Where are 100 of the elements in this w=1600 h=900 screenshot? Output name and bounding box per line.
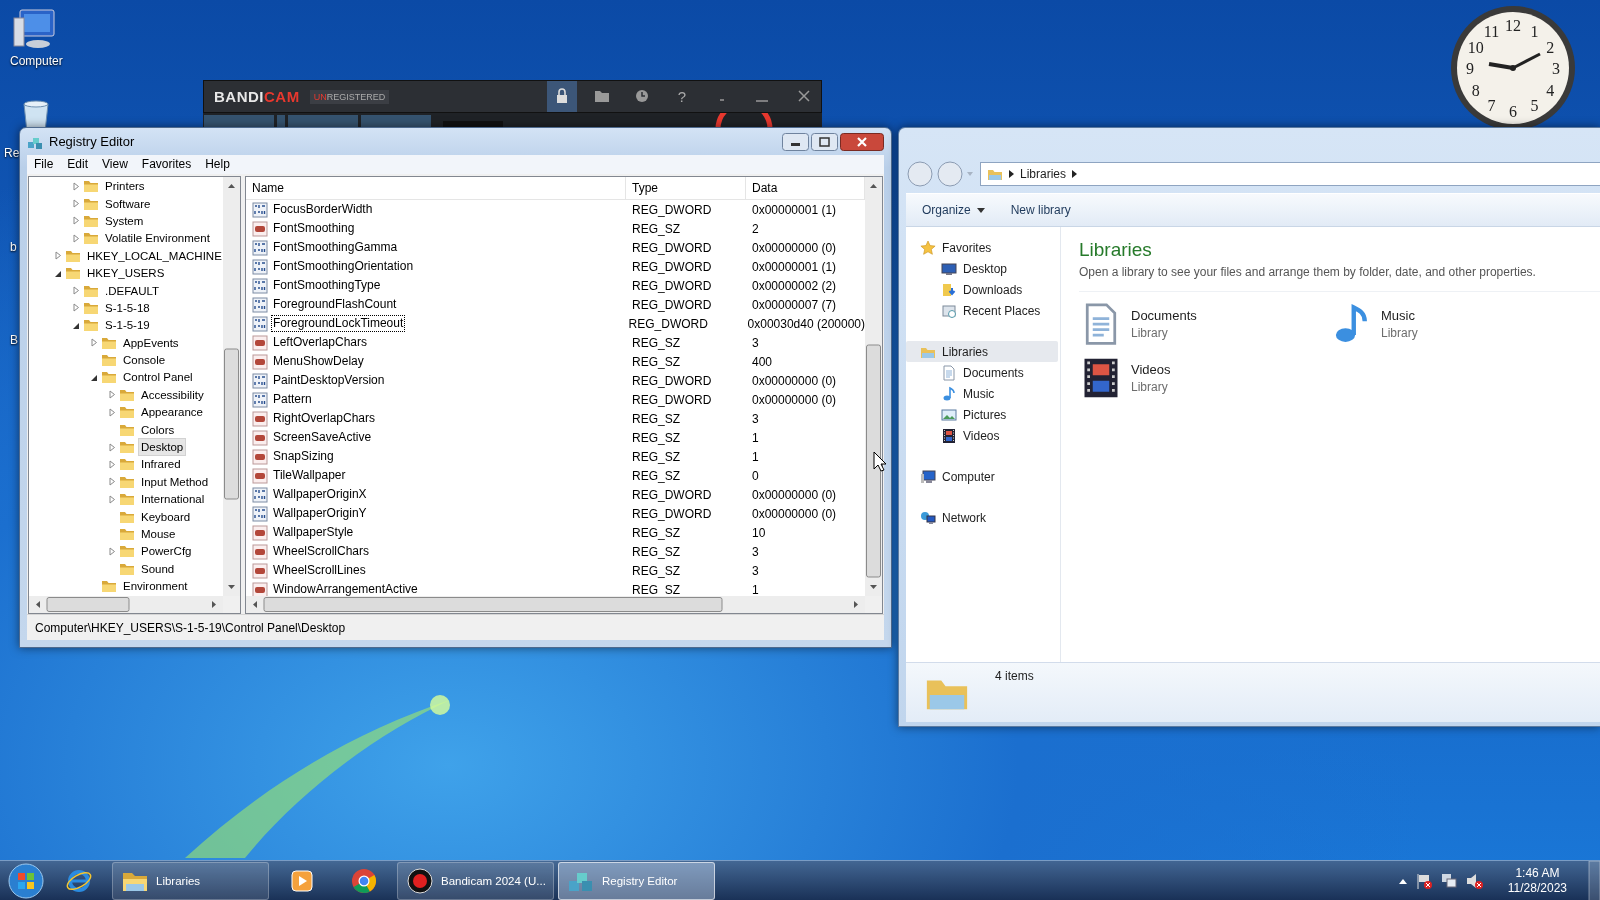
tree-item[interactable]: .DEFAULT [102, 281, 163, 300]
nav-item[interactable]: Music [906, 383, 1058, 404]
tree-item[interactable]: S-1-5-19 [102, 316, 153, 335]
menu-item[interactable]: Edit [60, 155, 96, 175]
collapsed-arrow-icon[interactable] [71, 216, 80, 226]
horizontal-scrollbar[interactable] [29, 596, 223, 614]
collapsed-arrow-icon[interactable] [107, 546, 116, 556]
value-name[interactable]: PaintDesktopVersion [271, 372, 387, 390]
column-header[interactable]: Name [246, 177, 626, 200]
nav-item[interactable]: Network [906, 507, 1058, 528]
nav-item[interactable]: Favorites [906, 237, 1058, 258]
value-name[interactable]: FontSmoothing [271, 220, 357, 238]
tree-item[interactable]: Appearance [138, 403, 207, 422]
tree-item[interactable]: HKEY_USERS [84, 264, 168, 283]
tree-item[interactable]: Control Panel [120, 368, 196, 387]
value-name[interactable]: WheelScrollChars [271, 543, 372, 561]
nav-item[interactable]: Recent Places [906, 300, 1058, 321]
taskbar-button[interactable]: Libraries [112, 861, 269, 900]
value-name[interactable]: WallpaperStyle [271, 524, 356, 542]
toolbar-button[interactable]: Organize [916, 200, 991, 220]
breadcrumb-item[interactable]: Libraries [1020, 167, 1067, 181]
value-name[interactable]: ScreenSaveActive [271, 429, 374, 447]
tree-item[interactable]: HKEY_LOCAL_MACHINE [84, 246, 223, 265]
address-bar[interactable]: Libraries [980, 162, 1600, 186]
value-name[interactable]: MenuShowDelay [271, 353, 366, 371]
nav-item[interactable]: Libraries [906, 341, 1058, 362]
clock-date[interactable]: 11/28/2023 [1507, 880, 1567, 896]
tree-item[interactable]: Mouse [138, 525, 179, 543]
network-icon[interactable] [1439, 871, 1458, 890]
collapsed-arrow-icon[interactable] [107, 477, 116, 487]
tree-item[interactable]: Sound [138, 559, 178, 578]
value-name[interactable]: Pattern [271, 391, 314, 409]
tree-item[interactable]: Infrared [138, 455, 184, 474]
desktop-icon-label[interactable]: Re [4, 146, 20, 160]
value-name[interactable]: FontSmoothingGamma [271, 239, 400, 257]
collapsed-arrow-icon[interactable] [71, 181, 80, 191]
value-name[interactable]: ForegroundLockTimeout [271, 315, 406, 333]
speaker-icon[interactable] [1464, 871, 1483, 890]
collapsed-arrow-icon[interactable] [107, 494, 116, 504]
column-header[interactable]: Type [626, 177, 746, 200]
horizontal-scrollbar[interactable] [246, 596, 865, 614]
tree-item[interactable]: Colors [138, 420, 178, 439]
collapsed-arrow-icon[interactable] [89, 338, 98, 348]
value-name[interactable]: WheelScrollLines [271, 562, 368, 580]
value-name[interactable]: FontSmoothingType [271, 277, 383, 295]
dropdown-arrow-icon[interactable] [966, 170, 974, 178]
close-button[interactable] [840, 133, 884, 151]
tree-item[interactable]: PowerCfg [138, 542, 195, 561]
nav-item[interactable]: Pictures [906, 404, 1058, 425]
tree-item[interactable]: Environment [120, 577, 191, 596]
vertical-scrollbar[interactable] [223, 177, 240, 597]
library-name[interactable]: Documents [1131, 308, 1197, 323]
back-button[interactable] [906, 160, 934, 188]
taskbar-button[interactable]: Bandicam 2024 (U... [397, 861, 554, 900]
lock-button[interactable] [547, 81, 577, 112]
tree-item[interactable]: Desktop [138, 438, 187, 457]
value-name[interactable]: FocusBorderWidth [271, 201, 375, 219]
library-name[interactable]: Videos [1131, 362, 1171, 377]
tree-item[interactable]: Keyboard [138, 507, 194, 526]
collapsed-arrow-icon[interactable] [107, 390, 116, 400]
nav-item[interactable]: Downloads [906, 279, 1058, 300]
collapsed-arrow-icon[interactable] [107, 442, 116, 452]
collapsed-arrow-icon[interactable] [71, 233, 80, 243]
tree-item[interactable]: International [138, 490, 208, 509]
value-name[interactable]: TileWallpaper [271, 467, 348, 485]
value-name[interactable]: LeftOverlapChars [271, 334, 370, 352]
menu-item[interactable]: Help [198, 155, 237, 175]
maximize-button[interactable] [811, 133, 838, 151]
nav-item[interactable]: Documents [906, 362, 1058, 383]
clock-time[interactable]: 1:46 AM [1515, 865, 1560, 881]
collapsed-arrow-icon[interactable] [71, 303, 80, 313]
tree-item[interactable]: Volatile Environment [102, 229, 213, 248]
tree-item[interactable]: Console [120, 351, 169, 370]
nav-item[interactable]: Videos [906, 425, 1058, 446]
menu-item[interactable]: Favorites [134, 155, 199, 175]
tree-item[interactable]: S-1-5-18 [102, 298, 153, 317]
collapsed-arrow-icon[interactable] [107, 459, 116, 469]
forward-button[interactable] [936, 160, 964, 188]
help-button[interactable]: ? [667, 81, 697, 112]
value-name[interactable]: FontSmoothingOrientation [271, 258, 416, 276]
tree-item[interactable]: Accessibility [138, 385, 207, 404]
flag-icon[interactable] [1414, 871, 1433, 890]
tree-item[interactable]: Printers [102, 177, 148, 196]
desktop-icon-label[interactable]: Computer [10, 54, 63, 68]
nav-item[interactable]: Computer [906, 466, 1058, 487]
tree-item[interactable]: System [102, 211, 147, 230]
value-name[interactable]: ForegroundFlashCount [271, 296, 399, 314]
value-name[interactable]: WallpaperOriginY [271, 505, 369, 523]
value-name[interactable]: RightOverlapChars [271, 410, 378, 428]
collapsed-arrow-icon[interactable] [53, 251, 62, 261]
tree-item[interactable]: AppEvents [120, 333, 182, 352]
desktop-icon-label[interactable]: b [10, 240, 17, 254]
toolbar-button[interactable]: New library [1004, 200, 1077, 220]
circle-logo-icon[interactable] [350, 866, 378, 895]
nav-item[interactable]: Desktop [906, 258, 1058, 279]
collapsed-arrow-icon[interactable] [71, 286, 80, 295]
vertical-scrollbar[interactable] [865, 177, 882, 597]
show-desktop-button[interactable] [1588, 860, 1600, 900]
desktop-icon-label[interactable]: B [10, 333, 18, 347]
value-name[interactable]: SnapSizing [271, 448, 336, 466]
